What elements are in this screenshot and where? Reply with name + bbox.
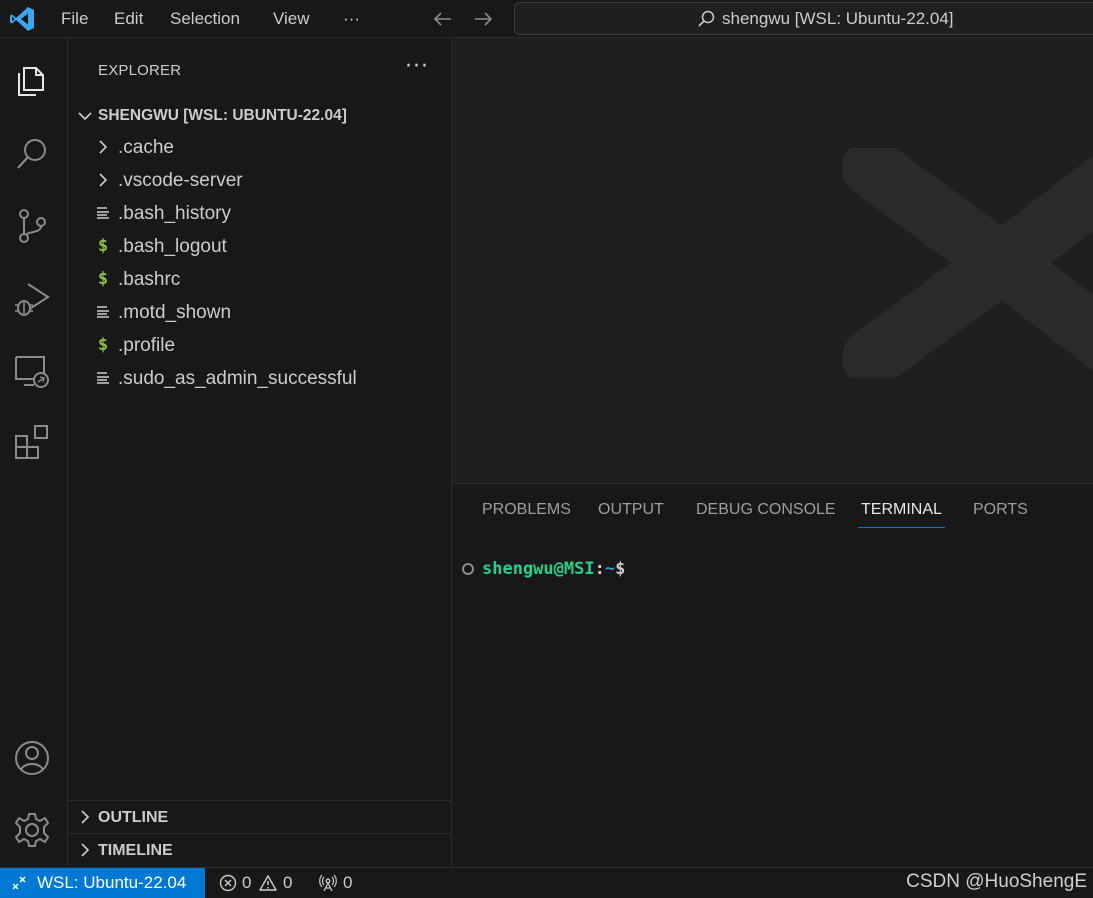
tree-item-profile[interactable]: $ .profile [68,329,452,362]
vscode-watermark-icon [842,148,1093,378]
title-bar: File Edit Selection View ··· shengwu [WS… [0,0,1093,38]
tree-item-sudo-as-admin-successful[interactable]: .sudo_as_admin_successful [68,362,452,395]
error-icon [219,874,237,892]
tab-debug-console[interactable]: DEBUG CONSOLE [696,498,836,528]
terminal-prompt: shengwu@MSI:~$ [482,557,625,581]
outline-section[interactable]: OUTLINE [68,800,452,833]
tree-item-label: .sudo_as_admin_successful [118,368,357,389]
vscode-logo-icon[interactable] [8,5,36,33]
tree-item-vscode-server[interactable]: .vscode-server [68,164,452,197]
tree-item-label: .profile [118,335,176,356]
bottom-panel: PROBLEMS OUTPUT DEBUG CONSOLE TERMINAL P… [452,483,1093,867]
explorer-sidebar: EXPLORER ··· SHENGWU [WSL: UBUNTU-22.04]… [68,38,452,867]
forward-arrow-icon[interactable] [470,6,496,32]
run-debug-icon[interactable] [12,278,52,318]
tab-output[interactable]: OUTPUT [598,498,664,528]
remote-icon [12,876,26,890]
workspace-folder-label: SHENGWU [WSL: UBUNTU-22.04] [98,107,347,124]
text-file-icon [97,372,109,384]
chevron-right-icon [99,140,108,154]
tree-item-cache[interactable]: .cache [68,131,452,164]
menu-selection[interactable]: Selection [170,0,240,38]
tree-item-motd-shown[interactable]: .motd_shown [68,296,452,329]
accounts-icon[interactable] [12,738,52,778]
tree-item-label: .bashrc [118,269,181,290]
tree-item-label: .bash_history [118,203,232,224]
tab-problems[interactable]: PROBLEMS [482,498,571,528]
text-file-icon [97,207,109,219]
search-icon[interactable] [12,134,52,174]
shell-file-icon: $ [97,269,109,289]
command-center-label: shengwu [WSL: Ubuntu-22.04] [722,9,954,28]
remote-indicator[interactable]: WSL: Ubuntu-22.04 [0,868,205,898]
explorer-more-button[interactable]: ··· [404,56,430,84]
terminal-prompt-symbol: $ [615,559,626,579]
terminal-path: ~ [604,559,616,579]
manage-gear-icon[interactable] [12,810,52,850]
back-arrow-icon[interactable] [430,6,456,32]
menu-view[interactable]: View [273,0,310,38]
source-control-icon[interactable] [12,206,52,246]
tree-item-bash-logout[interactable]: $ .bash_logout [68,230,452,263]
tree-item-label: .motd_shown [118,302,232,323]
search-icon [698,10,715,27]
workspace-folder-header[interactable]: SHENGWU [WSL: UBUNTU-22.04] [68,104,452,128]
tree-item-bash-history[interactable]: .bash_history [68,197,452,230]
extensions-icon[interactable] [12,422,52,462]
tree-item-label: .vscode-server [118,170,243,191]
broadcast-icon [319,874,337,892]
warning-count: 0 [283,873,293,892]
menu-more[interactable]: ··· [343,0,360,38]
chevron-right-icon [81,843,90,857]
tab-terminal[interactable]: TERMINAL [858,498,945,528]
ports-count: 0 [343,873,353,892]
terminal-user-host: shengwu@MSI [482,559,595,579]
explorer-icon[interactable] [12,60,52,100]
shell-file-icon: $ [97,335,109,355]
chevron-down-icon [78,112,92,121]
menu-edit[interactable]: Edit [114,0,143,38]
menu-file[interactable]: File [61,0,88,38]
tab-ports[interactable]: PORTS [973,498,1028,528]
activity-bar [0,38,68,867]
status-bar: WSL: Ubuntu-22.04 0 0 0 CSDN @HuoShengE [0,867,1093,898]
shell-file-icon: $ [97,236,109,256]
error-count: 0 [242,873,252,892]
chevron-right-icon [81,810,90,824]
watermark-credit: CSDN @HuoShengE [906,871,1087,892]
outline-label: OUTLINE [98,809,169,826]
command-decoration-icon[interactable] [462,563,474,575]
remote-label: WSL: Ubuntu-22.04 [37,873,187,892]
warning-icon [259,875,277,891]
terminal-separator: : [594,559,605,579]
timeline-section[interactable]: TIMELINE [68,833,452,866]
timeline-label: TIMELINE [98,842,173,859]
command-center[interactable]: shengwu [WSL: Ubuntu-22.04] [514,2,1093,35]
remote-explorer-icon[interactable] [12,351,52,391]
tree-item-label: .bash_logout [118,236,227,257]
text-file-icon [97,306,109,318]
sidebar-title: EXPLORER [98,62,182,79]
tree-item-label: .cache [118,137,174,158]
editor-area [452,38,1093,483]
tree-item-bashrc[interactable]: $ .bashrc [68,263,452,296]
chevron-right-icon [99,173,108,187]
